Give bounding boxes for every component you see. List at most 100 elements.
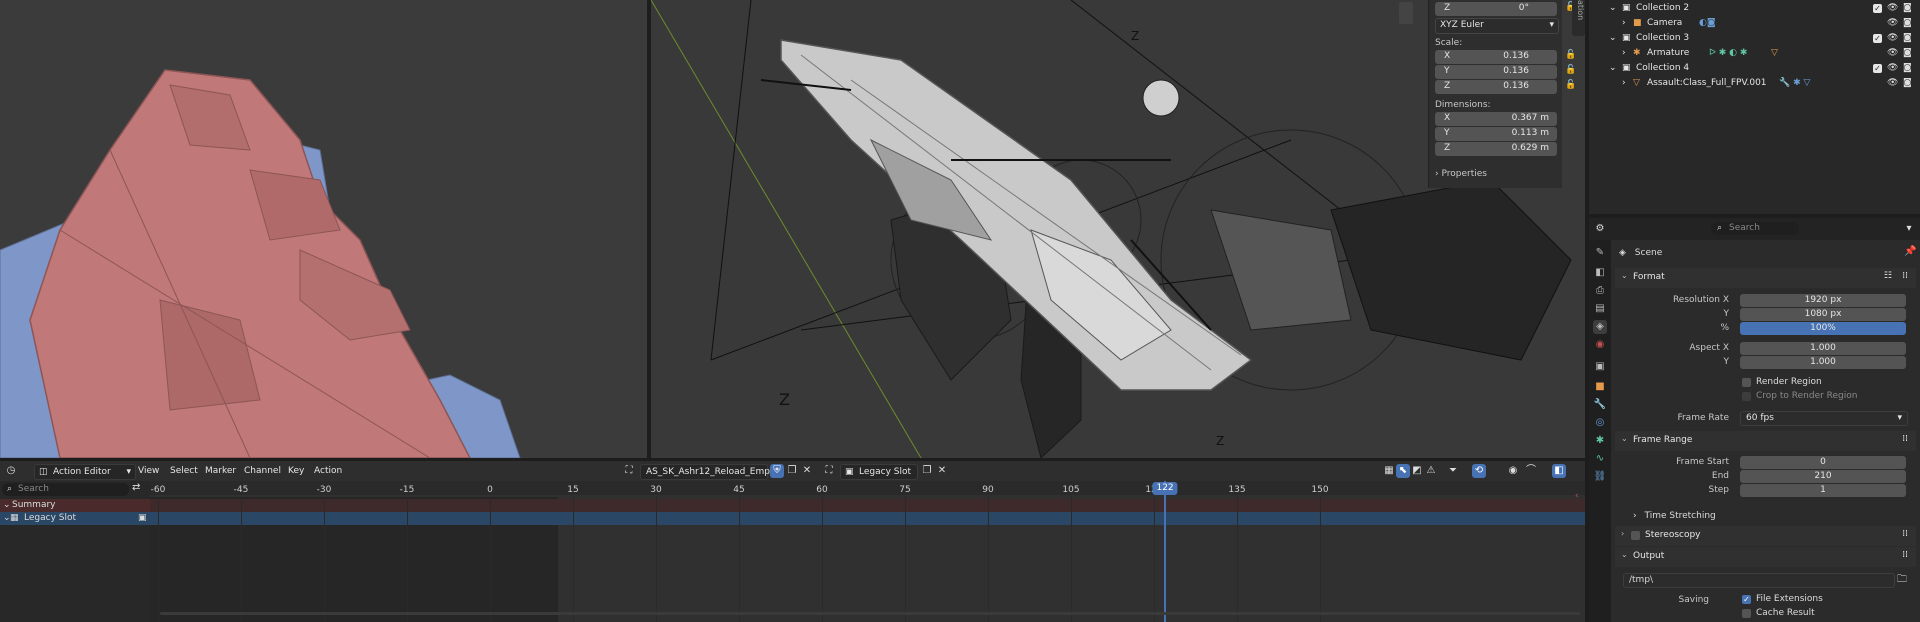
constraint-tab-icon[interactable]: ⛓ (1593, 470, 1607, 484)
outliner-collection-2[interactable]: ⌄ ▣ Collection 2 ✓ 👁 ◙ (1589, 2, 1920, 16)
curve-icon[interactable]: ⌒ (1524, 464, 1538, 478)
tool-tab-icon[interactable]: ✎ (1593, 246, 1607, 260)
output-tab-icon[interactable]: ⎙ (1593, 284, 1607, 298)
chevron-down-icon[interactable]: ⌄ (1609, 63, 1617, 73)
lock-icon[interactable]: 🔓 (1565, 80, 1576, 92)
drag-handle-icon[interactable]: ⁞⁞ (1902, 271, 1908, 281)
lock-icon[interactable]: 🔓 (1565, 65, 1576, 77)
eye-icon[interactable]: 👁 (1887, 18, 1898, 28)
close-icon[interactable]: ✕ (800, 464, 814, 478)
dimension-y-field[interactable]: Y 0.113 m (1435, 127, 1557, 141)
object-tab-icon[interactable]: ■ (1593, 380, 1607, 394)
menu-view[interactable]: View (138, 464, 159, 478)
menu-channel[interactable]: Channel (244, 464, 281, 478)
duplicate-icon[interactable]: ❐ (920, 464, 934, 478)
output-path-field[interactable]: /tmp\ (1623, 573, 1895, 588)
drag-handle-icon[interactable]: ⁞⁞ (1902, 529, 1908, 539)
properties-subpanel-header[interactable]: › Properties (1435, 169, 1487, 179)
fake-user-shield-icon[interactable]: ⛨ (770, 464, 784, 478)
eye-icon[interactable]: 👁 (1887, 63, 1898, 73)
modifier-tab-icon[interactable]: 🔧 (1593, 398, 1607, 412)
view-layer-tab-icon[interactable]: ▤ (1593, 302, 1607, 316)
sidebar-tab-animation[interactable]: ation (1572, 0, 1585, 36)
outliner-armature[interactable]: › ✱ Armature ᐅ ✱ ◐ ✱ ▽ 👁 ◙ (1589, 47, 1920, 61)
frame-range-panel-header[interactable]: ⌄ Frame Range ⁞⁞ (1615, 431, 1916, 451)
scale-z-field[interactable]: Z 0.136 🔓 (1435, 80, 1576, 94)
frame-start-field[interactable]: 0 (1740, 456, 1906, 469)
channel-slot-row[interactable]: ⌄ ▦ Legacy Slot ▣ (0, 512, 150, 525)
duplicate-icon[interactable]: ❐ (785, 464, 799, 478)
output-panel-header[interactable]: ⌄ Output ⁞⁞ (1615, 547, 1916, 567)
channel-summary-row[interactable]: ⌄ Summary (0, 499, 150, 512)
scale-x-field[interactable]: X 0.136 🔓 (1435, 50, 1576, 64)
camera-render-icon[interactable]: ◙ (1903, 3, 1912, 13)
dimension-x-field[interactable]: X 0.367 m (1435, 112, 1557, 126)
swap-icon[interactable]: ⇄ (132, 482, 140, 493)
outliner-camera[interactable]: › ■ Camera ◐◙ 👁 ◙ (1589, 17, 1920, 31)
collection-tab-icon[interactable]: ▣ (1593, 360, 1607, 374)
camera-render-icon[interactable]: ◙ (1903, 48, 1912, 58)
mode-dropdown[interactable]: ◫ Action Editor ▾ (34, 464, 136, 480)
proportional-icon[interactable]: ◉ (1506, 464, 1520, 478)
dimension-z-field[interactable]: Z 0.629 m (1435, 142, 1557, 156)
stereoscopy-panel-header[interactable]: › Stereoscopy ⁞⁞ (1615, 526, 1916, 546)
scale-y-field[interactable]: Y 0.136 🔓 (1435, 65, 1576, 79)
frame-end-field[interactable]: 210 (1740, 470, 1906, 483)
pin-icon[interactable]: 📌 (1904, 246, 1916, 257)
frame-ruler[interactable] (150, 481, 1585, 495)
chevron-down-icon[interactable]: ⌄ (1609, 33, 1617, 43)
stereoscopy-checkbox[interactable] (1631, 531, 1640, 540)
menu-key[interactable]: Key (288, 464, 304, 478)
slot-name-field[interactable]: ▣ Legacy Slot (840, 464, 918, 480)
cache-result-checkbox[interactable] (1742, 609, 1751, 618)
file-extensions-checkbox[interactable]: ✓ (1742, 595, 1751, 604)
auto-snap-icon[interactable]: ⟲ (1472, 464, 1486, 478)
chevron-right-icon[interactable]: › (1622, 48, 1626, 58)
properties-search-input[interactable]: ⌕ Search (1711, 222, 1799, 235)
eye-icon[interactable]: 👁 (1887, 3, 1898, 13)
lock-icon[interactable]: 🔓 (1565, 50, 1576, 62)
object-data-tab-icon[interactable]: ✱ (1593, 434, 1607, 448)
render-tab-icon[interactable]: ◧ (1593, 266, 1607, 280)
aspect-x-field[interactable]: 1.000 (1740, 342, 1906, 355)
dopesheet-timeline[interactable]: -60-45-30-150153045607590105120135150 12… (150, 481, 1585, 622)
current-frame-indicator[interactable]: 122 (1152, 482, 1178, 495)
mute-checkbox-icon[interactable]: ▣ (138, 512, 147, 525)
rotation-mode-dropdown[interactable]: XYZ Euler ▾ (1435, 18, 1559, 34)
editor-type-icon[interactable]: ◷ (4, 464, 18, 478)
show-hidden-icon[interactable]: ◩ (1410, 464, 1424, 478)
errors-only-icon[interactable]: ⚠ (1424, 464, 1438, 478)
summary-toggle-icon[interactable]: ▦ (1382, 464, 1396, 478)
filter-icon[interactable]: ⏷ (1446, 464, 1460, 478)
world-tab-icon[interactable]: ◉ (1593, 338, 1607, 352)
drag-handle-icon[interactable]: ⁞⁞ (1902, 550, 1908, 560)
exclude-checkbox[interactable]: ✓ (1873, 4, 1882, 13)
camera-viewport[interactable] (0, 0, 647, 458)
menu-marker[interactable]: Marker (205, 464, 236, 478)
presets-icon[interactable]: ☷ (1884, 271, 1892, 281)
outliner-mesh-object[interactable]: › ▽ Assault:Class_Full_FPV.001 🔧 ✱ ▽ 👁 ◙ (1589, 77, 1920, 91)
bone-tab-icon[interactable]: ∿ (1593, 452, 1607, 466)
scene-tab-icon[interactable]: ◈ (1593, 320, 1607, 334)
close-icon[interactable]: ✕ (935, 464, 949, 478)
chevron-right-icon[interactable]: › (1622, 18, 1626, 28)
action-browse-icon[interactable]: ⛶ (622, 464, 636, 478)
menu-action[interactable]: Action (314, 464, 342, 478)
playhead[interactable] (1164, 481, 1167, 622)
resolution-x-field[interactable]: 1920 px (1740, 294, 1906, 307)
chevron-down-icon[interactable]: ▾ (1902, 222, 1916, 236)
format-panel-header[interactable]: ⌄ Format ☷ ⁞⁞ (1615, 268, 1916, 288)
render-region-checkbox[interactable] (1742, 378, 1751, 387)
channel-search-input[interactable]: ⌕ Search (2, 483, 129, 496)
action-name-field[interactable]: AS_SK_Ashr12_Reload_Empty (640, 464, 779, 480)
camera-render-icon[interactable]: ◙ (1903, 18, 1912, 28)
physics-tab-icon[interactable]: ◎ (1593, 416, 1607, 430)
only-selected-icon[interactable]: ⬉ (1396, 464, 1410, 478)
menu-select[interactable]: Select (170, 464, 198, 478)
chevron-right-icon[interactable]: › (1622, 78, 1626, 88)
resolution-percent-slider[interactable]: 100% (1740, 322, 1906, 335)
exclude-checkbox[interactable]: ✓ (1873, 34, 1882, 43)
eye-icon[interactable]: 👁 (1887, 48, 1898, 58)
eye-icon[interactable]: 👁 (1887, 33, 1898, 43)
crop-region-checkbox[interactable] (1742, 392, 1751, 401)
